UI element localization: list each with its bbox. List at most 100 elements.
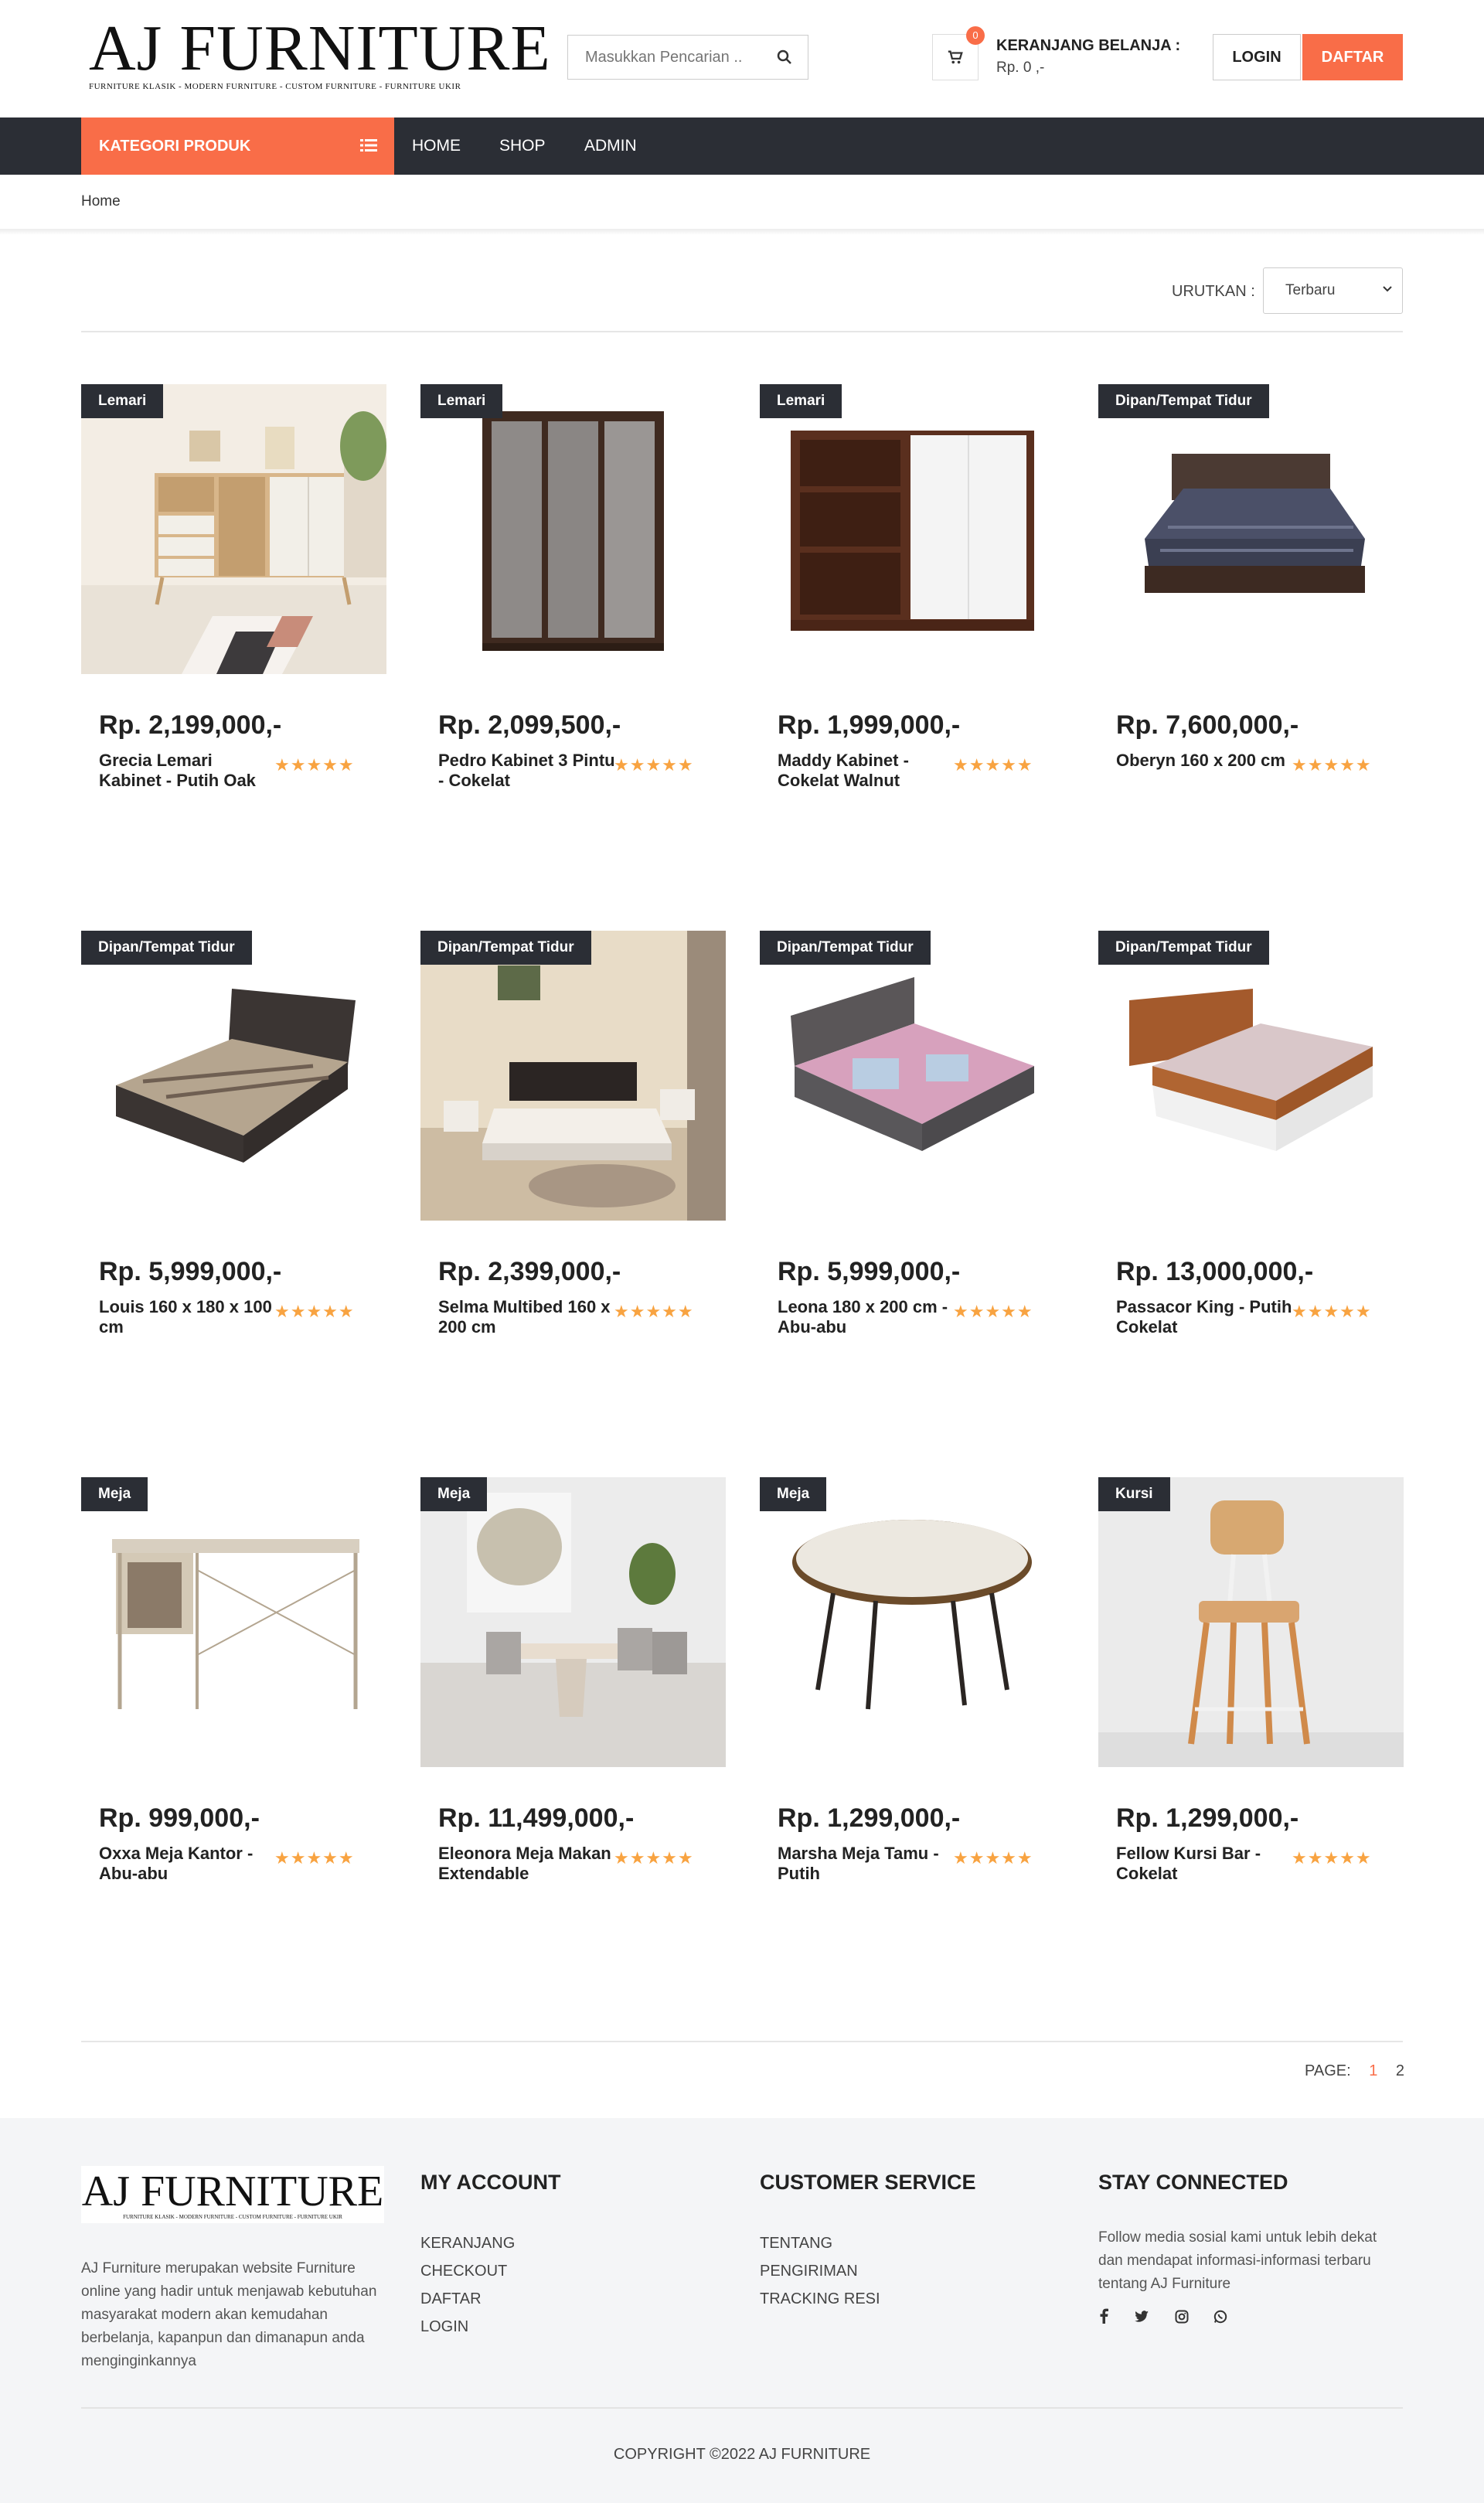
nav-home[interactable]: HOME [412, 117, 461, 175]
breadcrumb[interactable]: Home [81, 193, 121, 210]
whatsapp-icon[interactable] [1213, 2310, 1227, 2328]
product-image[interactable]: Dipan/Tempat Tidur [81, 931, 386, 1221]
product-name[interactable]: Marsha Meja Tamu - Putih [778, 1844, 955, 1884]
footer-link[interactable]: TRACKING RESI [760, 2285, 880, 2313]
product-image[interactable]: Dipan/Tempat Tidur [1098, 931, 1404, 1221]
product-name[interactable]: Leona 180 x 200 cm - Abu-abu [778, 1297, 955, 1337]
rating-stars: ★★★★★ [274, 1302, 355, 1321]
product-card[interactable]: Kursi Rp. 1,299,000,- Fellow Kursi Bar -… [1098, 1477, 1404, 1883]
product-image[interactable]: Meja [760, 1477, 1065, 1767]
category-badge: Dipan/Tempat Tidur [1098, 384, 1269, 418]
category-badge: Meja [420, 1477, 488, 1511]
product-name[interactable]: Oxxa Meja Kantor - Abu-abu [99, 1844, 277, 1884]
product-image[interactable]: Kursi [1098, 1477, 1404, 1767]
product-card[interactable]: Meja Rp. 1,299,000,- Marsha Meja Tamu - … [760, 1477, 1065, 1883]
product-price: Rp. 2,099,500,- [438, 710, 621, 740]
footer-link[interactable]: KERANJANG [420, 2229, 515, 2257]
product-name[interactable]: Fellow Kursi Bar - Cokelat [1116, 1844, 1294, 1884]
product-card[interactable]: Lemari Rp. 1,999,000,- Maddy Kabinet - C… [760, 384, 1065, 790]
page-link[interactable]: 2 [1396, 2062, 1404, 2079]
site-footer: AJ FURNITURE FURNITURE KLASIK - MODERN F… [0, 2118, 1484, 2503]
product-image[interactable]: Lemari [760, 384, 1065, 674]
twitter-icon[interactable] [1134, 2310, 1149, 2328]
search-box [567, 35, 808, 80]
rating-stars: ★★★★★ [274, 1848, 355, 1868]
footer-heading-my-account: MY ACCOUNT [420, 2171, 561, 2194]
product-price: Rp. 7,600,000,- [1116, 710, 1299, 740]
product-card[interactable]: Dipan/Tempat Tidur Rp. 7,600,000,- Obery… [1098, 384, 1404, 775]
product-price: Rp. 5,999,000,- [99, 1257, 282, 1286]
cart-label: KERANJANG BELANJA : [996, 37, 1181, 54]
nav-admin[interactable]: ADMIN [584, 117, 637, 175]
category-badge: Lemari [420, 384, 503, 418]
pagination: PAGE: 1 2 [1305, 2062, 1404, 2080]
facebook-icon[interactable] [1098, 2308, 1109, 2328]
site-logo[interactable]: AJ FURNITURE FURNITURE KLASIK - MODERN F… [89, 14, 551, 92]
product-image[interactable]: Meja [420, 1477, 726, 1767]
footer-logo-subtitle: FURNITURE KLASIK - MODERN FURNITURE - CU… [123, 2214, 342, 2220]
footer-heading-customer-service: CUSTOMER SERVICE [760, 2171, 976, 2194]
search-input[interactable] [568, 36, 808, 79]
category-menu-button[interactable]: KATEGORI PRODUK [81, 117, 394, 175]
product-image[interactable]: Lemari [81, 384, 386, 674]
product-price: Rp. 2,399,000,- [438, 1257, 621, 1286]
product-name[interactable]: Selma Multibed 160 x 200 cm [438, 1297, 616, 1337]
footer-heading-stay-connected: STAY CONNECTED [1098, 2171, 1288, 2194]
rating-stars: ★★★★★ [953, 755, 1033, 775]
footer-social-text: Follow media sosial kami untuk lebih dek… [1098, 2229, 1377, 2292]
product-name[interactable]: Grecia Lemari Kabinet - Putih Oak [99, 751, 277, 791]
chevron-down-icon [1383, 286, 1392, 292]
category-badge: Dipan/Tempat Tidur [81, 931, 252, 965]
category-menu-label: KATEGORI PRODUK [99, 138, 251, 155]
product-card[interactable]: Dipan/Tempat Tidur Rp. 5,999,000,- Leona… [760, 931, 1065, 1337]
product-name[interactable]: Passacor King - Putih Cokelat [1116, 1297, 1294, 1337]
footer-link[interactable]: DAFTAR [420, 2285, 515, 2313]
site-header: AJ FURNITURE FURNITURE KLASIK - MODERN F… [0, 0, 1484, 117]
product-image[interactable]: Dipan/Tempat Tidur [1098, 384, 1404, 674]
rating-stars: ★★★★★ [614, 755, 694, 775]
cart-count-badge: 0 [966, 26, 985, 45]
cart-icon [948, 50, 963, 64]
footer-link[interactable]: TENTANG [760, 2229, 880, 2257]
category-badge: Meja [760, 1477, 827, 1511]
product-card[interactable]: Dipan/Tempat Tidur Rp. 2,399,000,- Selma… [420, 931, 726, 1337]
footer-divider [81, 2407, 1403, 2409]
footer-logo[interactable]: AJ FURNITURE FURNITURE KLASIK - MODERN F… [81, 2166, 384, 2223]
cart-summary[interactable]: KERANJANG BELANJA : Rp. 0 ,- [996, 37, 1180, 77]
product-card[interactable]: Dipan/Tempat Tidur Rp. 13,000,000,- Pass… [1098, 931, 1404, 1337]
category-badge: Lemari [81, 384, 164, 418]
footer-link[interactable]: PENGIRIMAN [760, 2257, 880, 2285]
nav-shop[interactable]: SHOP [499, 117, 546, 175]
product-name[interactable]: Louis 160 x 180 x 100 cm [99, 1297, 277, 1337]
product-price: Rp. 1,299,000,- [1116, 1803, 1299, 1833]
product-card[interactable]: Lemari Rp. 2,099,500,- Pedro Kabinet 3 P… [420, 384, 726, 790]
page-link-active[interactable]: 1 [1369, 2062, 1377, 2079]
product-image[interactable]: Dipan/Tempat Tidur [760, 931, 1065, 1221]
register-button[interactable]: DAFTAR [1302, 34, 1403, 80]
category-badge: Dipan/Tempat Tidur [760, 931, 931, 965]
product-card[interactable]: Dipan/Tempat Tidur Rp. 5,999,000,- Louis… [81, 931, 386, 1337]
divider [81, 331, 1403, 332]
search-icon[interactable] [775, 48, 794, 66]
product-name[interactable]: Pedro Kabinet 3 Pintu - Cokelat [438, 751, 616, 791]
rating-stars: ★★★★★ [953, 1848, 1033, 1868]
copyright: COPYRIGHT ©2022 AJ FURNITURE [613, 2446, 871, 2463]
product-card[interactable]: Meja Rp. 999,000,- Oxxa Meja Kantor - Ab… [81, 1477, 386, 1883]
product-image[interactable]: Dipan/Tempat Tidur [420, 931, 726, 1221]
product-name[interactable]: Eleonora Meja Makan Extendable [438, 1844, 616, 1884]
product-image[interactable]: Meja [81, 1477, 386, 1767]
product-card[interactable]: Lemari Rp. 2,199,000,- Grecia Lemari Kab… [81, 384, 386, 790]
product-name[interactable]: Oberyn 160 x 200 cm [1116, 751, 1294, 771]
instagram-icon[interactable] [1175, 2310, 1189, 2328]
product-name[interactable]: Maddy Kabinet - Cokelat Walnut [778, 751, 955, 791]
category-badge: Meja [81, 1477, 148, 1511]
list-icon [360, 139, 377, 152]
product-image[interactable]: Lemari [420, 384, 726, 674]
product-card[interactable]: Meja Rp. 11,499,000,- Eleonora Meja Maka… [420, 1477, 726, 1883]
footer-link[interactable]: CHECKOUT [420, 2257, 515, 2285]
login-button[interactable]: LOGIN [1213, 34, 1301, 80]
footer-link[interactable]: LOGIN [420, 2313, 515, 2341]
product-price: Rp. 2,199,000,- [99, 710, 282, 740]
sort-selected-value: Terbaru [1285, 282, 1336, 298]
sort-select[interactable]: Terbaru [1263, 267, 1403, 314]
